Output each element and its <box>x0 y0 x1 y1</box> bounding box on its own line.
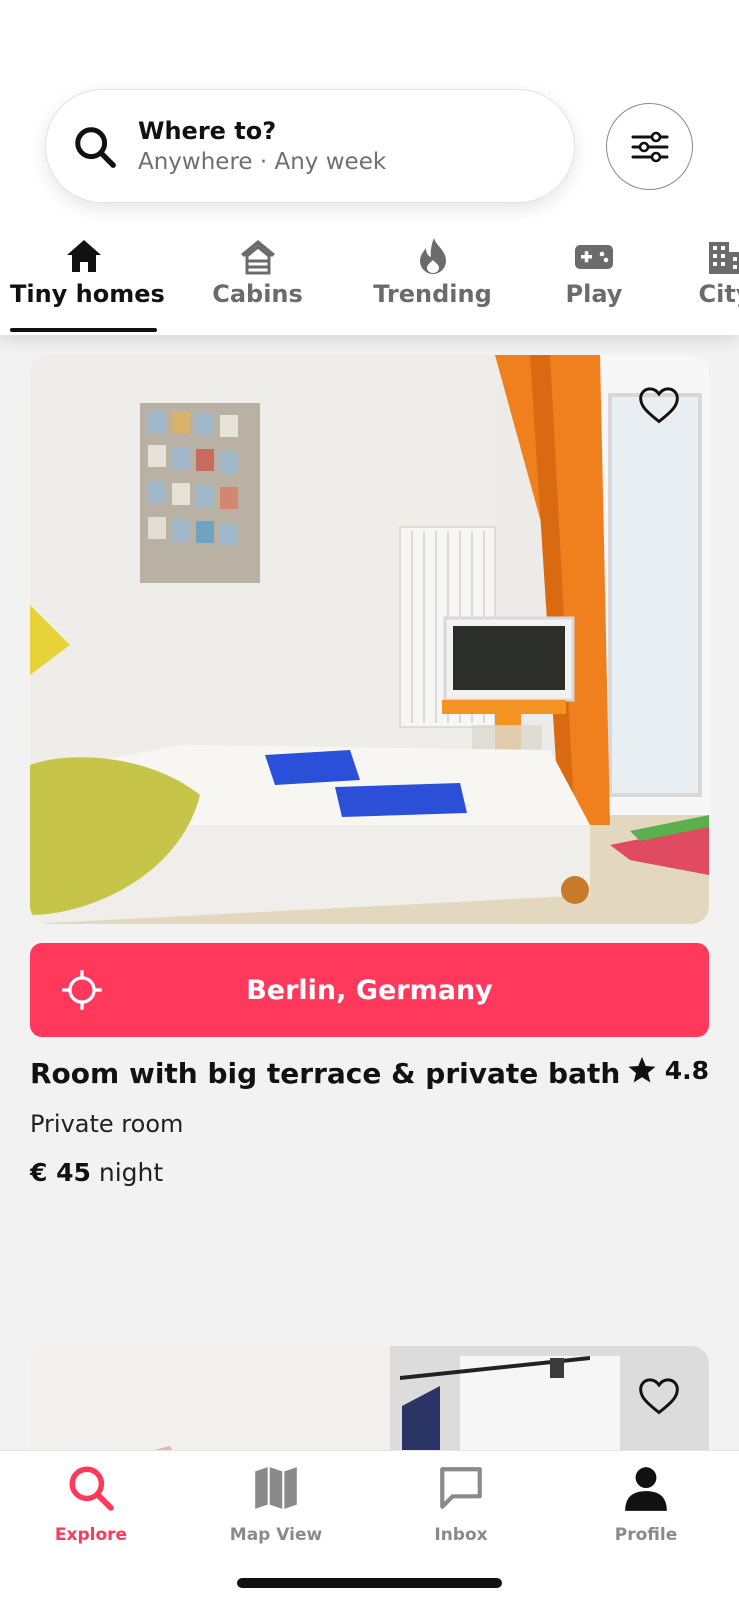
favorite-heart-icon[interactable] <box>637 383 681 427</box>
tab-play[interactable]: Play <box>549 236 639 336</box>
room-illustration-2 <box>30 1346 709 1466</box>
tab-city[interactable]: City <box>690 236 739 336</box>
listing-rating: 4.8 <box>627 1055 709 1085</box>
location-label: Berlin, Germany <box>246 974 493 1006</box>
home-icon <box>66 240 101 272</box>
chat-icon <box>440 1467 482 1509</box>
flame-icon <box>419 238 446 274</box>
search-bar[interactable]: Where to? Anywhere · Any week <box>45 89 575 203</box>
nav-explore[interactable]: Explore <box>21 1463 161 1545</box>
listing-photo-2[interactable] <box>30 1346 709 1466</box>
room-illustration <box>30 355 709 924</box>
gamepad-icon <box>575 245 613 269</box>
nav-label: Map View <box>229 1525 323 1545</box>
tab-trending[interactable]: Trending <box>370 236 495 336</box>
location-button[interactable]: Berlin, Germany <box>30 943 709 1037</box>
listing-photo[interactable] <box>30 355 709 924</box>
city-icon <box>709 242 739 274</box>
favorite-heart-icon-2[interactable] <box>637 1374 681 1418</box>
tab-tiny-homes[interactable]: Tiny homes <box>10 236 165 336</box>
bottom-nav: Explore Map View Inbox Profile <box>0 1450 739 1600</box>
listing-price: € 45 night <box>30 1158 163 1187</box>
tab-cabins[interactable]: Cabins <box>200 236 315 336</box>
tab-label: City <box>698 280 739 308</box>
map-icon <box>255 1467 297 1509</box>
filter-button[interactable] <box>606 103 693 190</box>
tab-label: Tiny homes <box>10 280 165 308</box>
listing-type: Private room <box>30 1110 184 1138</box>
home-indicator <box>237 1578 502 1588</box>
nav-map-view[interactable]: Map View <box>206 1463 346 1545</box>
rating-value: 4.8 <box>664 1055 709 1085</box>
crosshair-icon <box>62 970 102 1010</box>
sliders-icon <box>631 131 668 162</box>
listing-title[interactable]: Room with big terrace & private bath <box>30 1057 620 1090</box>
search-subtitle: Anywhere · Any week <box>138 149 387 175</box>
tab-label: Trending <box>373 280 492 308</box>
cabin-icon <box>240 240 275 275</box>
tab-label: Play <box>565 280 623 308</box>
price-amount: € 45 <box>30 1158 91 1187</box>
star-icon <box>628 1056 656 1083</box>
category-tabs: Tiny homes Cabins Trending Play Cit <box>0 236 739 336</box>
search-icon <box>69 1466 114 1511</box>
nav-label: Profile <box>614 1525 678 1545</box>
nav-inbox[interactable]: Inbox <box>391 1463 531 1545</box>
active-tab-indicator <box>10 328 157 332</box>
person-icon <box>625 1467 667 1511</box>
search-icon <box>75 127 116 168</box>
nav-label: Explore <box>54 1525 128 1545</box>
nav-label: Inbox <box>434 1525 488 1545</box>
top-header: Where to? Anywhere · Any week Tiny homes <box>0 0 739 335</box>
price-unit: night <box>98 1158 164 1187</box>
nav-profile[interactable]: Profile <box>576 1463 716 1545</box>
tab-label: Cabins <box>212 280 303 308</box>
search-title: Where to? <box>138 117 277 145</box>
